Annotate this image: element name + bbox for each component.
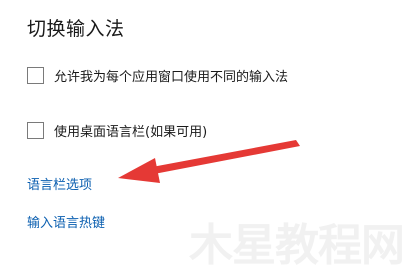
watermark: 木星教程网	[189, 220, 405, 275]
watermark-text: 木星教程网	[189, 220, 405, 271]
